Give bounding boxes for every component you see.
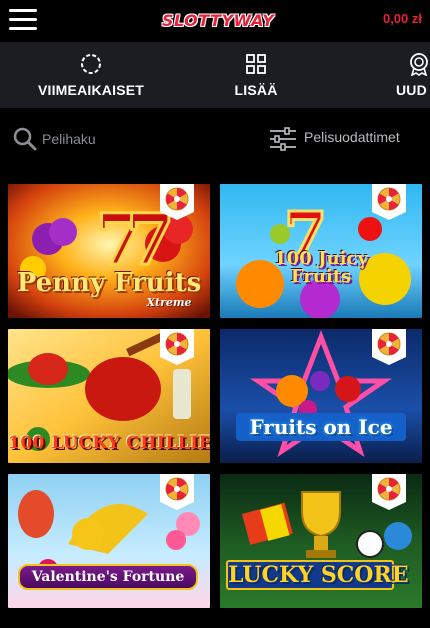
- tab-more-label: LISÄÄ: [234, 82, 278, 98]
- wheel-badge-icon[interactable]: [156, 184, 198, 222]
- tab-more[interactable]: LISÄÄ: [216, 42, 296, 108]
- tab-new-label: UUD: [396, 82, 427, 98]
- category-nav: VIIMEAIKAISET LISÄÄ UUD: [0, 42, 430, 108]
- logo-text: SLOTTYWAY: [162, 11, 275, 30]
- logo[interactable]: SLOTTYWAY: [162, 4, 275, 38]
- menu-icon[interactable]: [9, 9, 37, 31]
- grid-icon: [246, 54, 266, 74]
- game-title: Penny Fruits: [16, 268, 202, 298]
- game-subtitle: Xtreme: [146, 296, 192, 309]
- game-title: 100 LUCKY CHILLIES: [8, 433, 210, 453]
- search-bar: Pelisuodattimet: [0, 108, 430, 170]
- game-tile-penny-fruits[interactable]: 7 7 Penny Fruits Xtreme: [8, 184, 210, 318]
- tab-new[interactable]: UUD: [384, 42, 430, 108]
- game-title: Fruits on Ice: [236, 413, 406, 441]
- game-title: LUCKY SCORE: [226, 560, 409, 590]
- refresh-icon: [81, 54, 101, 74]
- game-filters-label: Pelisuodattimet: [304, 129, 400, 145]
- game-tile-lucky-score[interactable]: LUCKY SCORE: [220, 474, 422, 608]
- game-tile-100-juicy-fruits[interactable]: 7 100 Juicy Fruits: [220, 184, 422, 318]
- game-tile-100-lucky-chillies[interactable]: 100 LUCKY CHILLIES: [8, 329, 210, 463]
- game-title: Valentine's Fortune: [18, 564, 198, 590]
- wheel-badge-icon[interactable]: [368, 474, 410, 512]
- search-icon: [13, 127, 37, 151]
- sliders-icon: [270, 127, 296, 151]
- balance[interactable]: 0,00 zł: [383, 11, 422, 26]
- game-filters-button[interactable]: Pelisuodattimet: [268, 126, 426, 152]
- search-input[interactable]: [42, 128, 242, 150]
- tab-recent[interactable]: VIIMEAIKAISET: [26, 42, 156, 108]
- wheel-badge-icon[interactable]: [156, 474, 198, 512]
- tab-recent-label: VIIMEAIKAISET: [37, 82, 145, 98]
- top-bar: SLOTTYWAY 0,00 zł: [0, 0, 430, 42]
- wheel-badge-icon[interactable]: [156, 329, 198, 367]
- game-tile-fruits-on-ice[interactable]: Fruits on Ice: [220, 329, 422, 463]
- badge-icon: [410, 53, 428, 76]
- game-tile-valentines-fortune[interactable]: Valentine's Fortune: [8, 474, 210, 608]
- wheel-badge-icon[interactable]: [368, 184, 410, 222]
- wheel-badge-icon[interactable]: [368, 329, 410, 367]
- game-title: 100 Juicy Fruits: [274, 248, 368, 287]
